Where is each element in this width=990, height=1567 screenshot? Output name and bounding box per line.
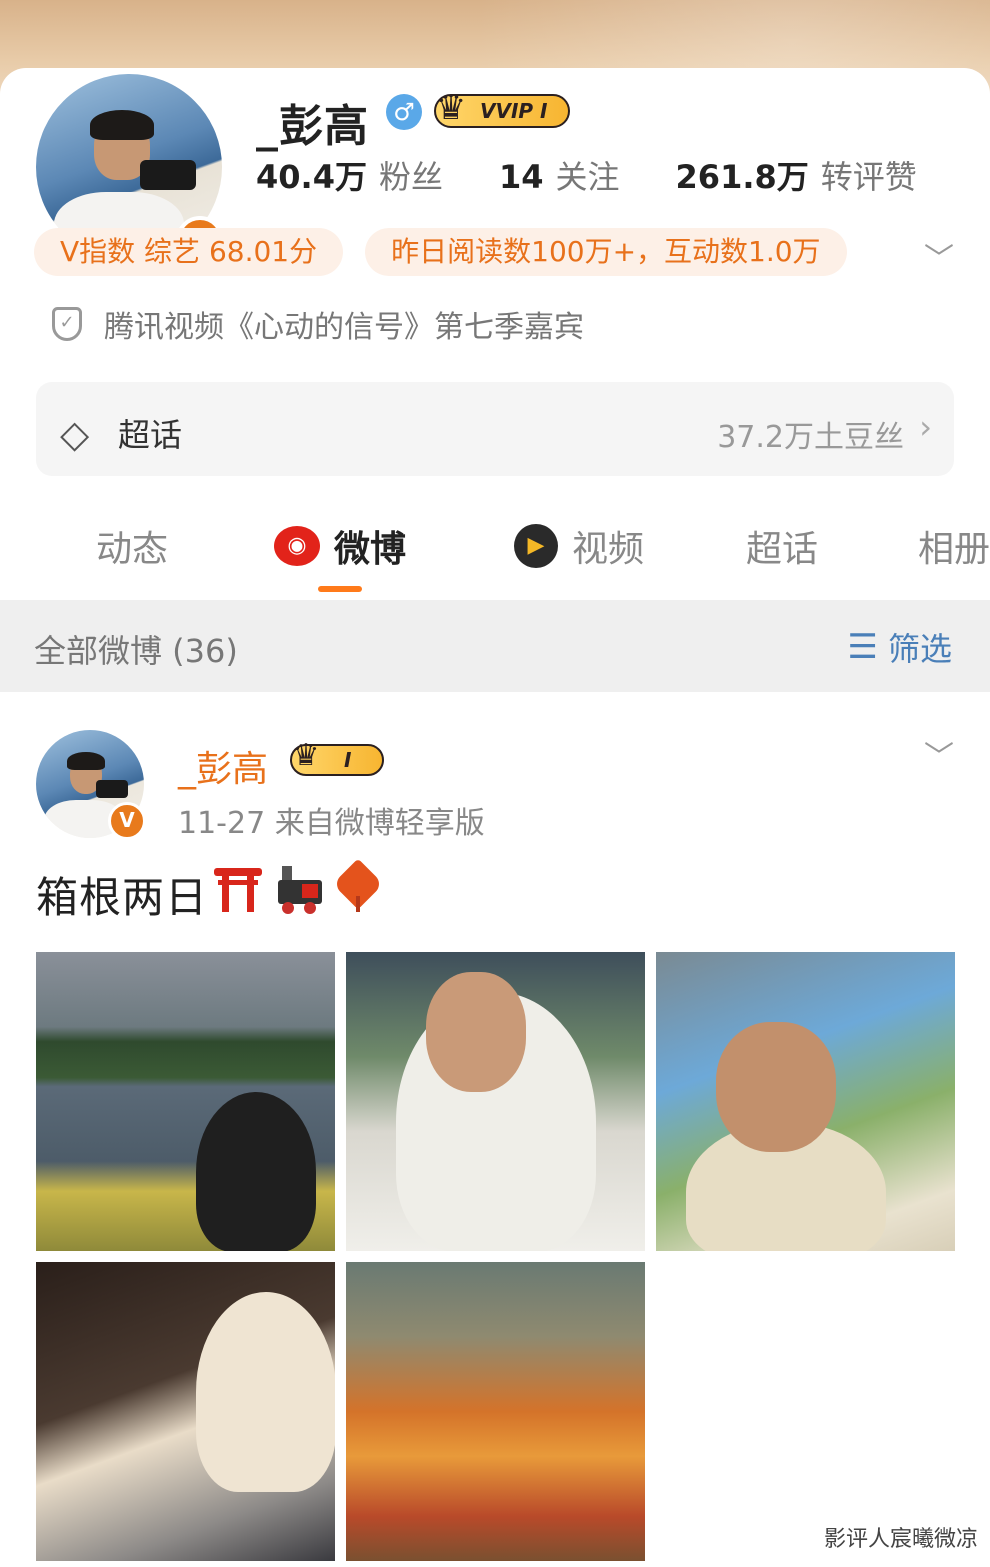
tab-album[interactable]: 相册 xyxy=(918,520,990,572)
weibo-icon: ◉ xyxy=(274,526,320,566)
photo-2[interactable] xyxy=(346,952,645,1251)
photo-3[interactable] xyxy=(656,952,955,1251)
train-icon xyxy=(274,862,322,914)
super-topic-count: 37.2万土豆丝 xyxy=(717,420,904,455)
vvip-badge[interactable]: ♛ VVIP I xyxy=(434,88,570,128)
likes-stat[interactable]: 261.8万 转评赞 xyxy=(676,152,917,198)
tab-super-topic[interactable]: 超话 xyxy=(746,520,818,572)
maple-leaf-icon xyxy=(332,858,384,914)
chevron-right-icon: › xyxy=(919,408,932,446)
post-menu-chevron-icon[interactable]: ﹀ xyxy=(924,732,954,776)
profile-chips: V指数 综艺 68.01分 昨日阅读数100万+，互动数1.0万 xyxy=(34,228,847,276)
verified-badge: V xyxy=(108,802,146,840)
tab-video[interactable]: ▶ 视频 xyxy=(514,520,644,572)
post-text: 箱根两日 xyxy=(36,873,209,922)
tab-weibo[interactable]: ◉ 微博 xyxy=(274,520,406,572)
photo-1[interactable] xyxy=(36,952,335,1251)
all-posts-label: 全部微博 (36) xyxy=(34,632,238,670)
photo-4[interactable] xyxy=(36,1262,335,1561)
tab-feed[interactable]: 动态 xyxy=(96,520,168,572)
profile-tabs: 动态 ◉ 微博 ▶ 视频 超话 相册 xyxy=(0,500,990,596)
active-tab-indicator xyxy=(318,586,362,592)
vip-badge[interactable]: ♛ I xyxy=(290,738,384,776)
expand-chevron-icon[interactable]: ﹀ xyxy=(924,234,954,278)
profile-name: _彭高 xyxy=(256,101,369,152)
watermark: 影评人宸曦微凉 xyxy=(823,1527,978,1552)
crown-icon: ♛ xyxy=(292,738,320,773)
post-card: V _彭高 ♛ I 11-27 来自微博轻享版 ﹀ 箱根两日 xyxy=(0,692,990,1567)
v-index-chip[interactable]: V指数 综艺 68.01分 xyxy=(34,228,344,276)
verification-info: ✓ 腾讯视频《心动的信号》第七季嘉宾 xyxy=(52,302,584,346)
reading-stats-chip[interactable]: 昨日阅读数100万+，互动数1.0万 xyxy=(365,228,847,276)
camera-illustration xyxy=(140,160,196,190)
followers-stat[interactable]: 40.4万 粉丝 xyxy=(256,152,443,198)
crown-icon: ♛ xyxy=(435,88,467,128)
video-icon: ▶ xyxy=(514,524,558,568)
shield-icon: ✓ xyxy=(52,307,82,341)
super-topic-entry[interactable]: ◇ 超话 37.2万土豆丝 › xyxy=(36,382,954,476)
post-meta: 11-27 来自微博轻享版 xyxy=(178,806,485,841)
profile-stats: 40.4万 粉丝 14 关注 261.8万 转评赞 xyxy=(256,152,973,198)
super-topic-label: 超话 xyxy=(118,416,183,454)
filter-button[interactable]: ☰ 筛选 xyxy=(848,624,953,670)
photo-5[interactable] xyxy=(346,1262,645,1561)
post-author-name[interactable]: _彭高 xyxy=(178,740,268,792)
sort-filter-icon: ☰ xyxy=(847,627,878,667)
male-icon: ♂ xyxy=(386,94,422,130)
filter-bar: 全部微博 (36) ☰ 筛选 xyxy=(0,600,990,692)
following-stat[interactable]: 14 关注 xyxy=(499,152,620,198)
diamond-icon: ◇ xyxy=(60,412,90,456)
verification-text: 腾讯视频《心动的信号》第七季嘉宾 xyxy=(104,310,584,345)
torii-icon xyxy=(214,862,262,914)
